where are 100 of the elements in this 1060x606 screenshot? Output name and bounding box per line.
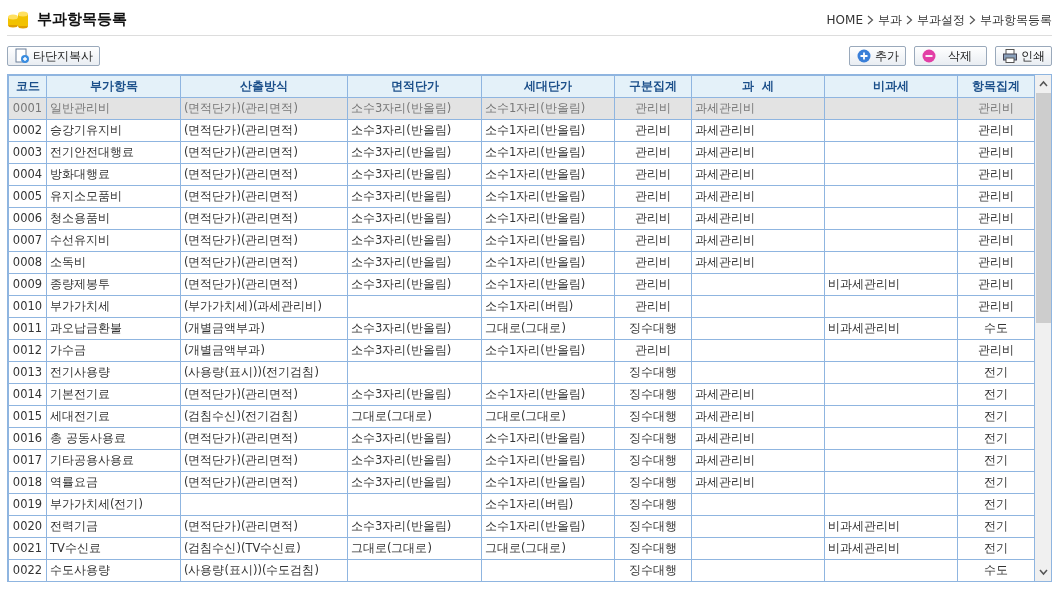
table-cell: 소독비 xyxy=(46,251,181,274)
table-cell: 전력기금 xyxy=(46,515,181,538)
table-cell: (면적단가)(관리면적) xyxy=(180,207,348,230)
table-cell: 관리비 xyxy=(957,229,1035,252)
table-cell: 전기 xyxy=(957,493,1035,516)
breadcrumb-link[interactable]: HOME xyxy=(826,10,863,29)
table-cell: (면적단가)(관리면적) xyxy=(180,119,348,142)
table-cell: 전기 xyxy=(957,471,1035,494)
table-cell: 관리비 xyxy=(957,163,1035,186)
table-cell: 관리비 xyxy=(614,229,692,252)
table-cell: 징수대행 xyxy=(614,317,692,340)
table-cell: 소수1자리(반올림) xyxy=(481,273,615,296)
table-cell: 관리비 xyxy=(614,141,692,164)
table-cell: 0004 xyxy=(8,163,47,186)
table-cell: (개별금액부과) xyxy=(180,339,348,362)
table-cell: 관리비 xyxy=(614,163,692,186)
column-header[interactable]: 코드 xyxy=(8,75,47,98)
table-cell: 소수3자리(반올림) xyxy=(347,163,482,186)
table-cell: 비과세관리비 xyxy=(824,537,958,560)
table-cell: 그대로(그대로) xyxy=(347,405,482,428)
column-header[interactable]: 부가항목 xyxy=(46,75,181,98)
delete-button[interactable]: 삭제 xyxy=(914,46,987,66)
table-cell: 유지소모품비 xyxy=(46,185,181,208)
chevron-icon xyxy=(969,14,976,25)
table-cell: 전기 xyxy=(957,427,1035,450)
table-cell: 소수3자리(반올림) xyxy=(347,471,482,494)
column-header[interactable]: 세대단가 xyxy=(481,75,615,98)
table-cell: 소수3자리(반올림) xyxy=(347,185,482,208)
printer-icon xyxy=(1002,48,1018,64)
table-cell: 소수3자리(반올림) xyxy=(347,229,482,252)
table-cell: 과세관리비 xyxy=(691,471,825,494)
column-header[interactable]: 비과세 xyxy=(824,75,958,98)
table-cell: 0003 xyxy=(8,141,47,164)
table-cell: (부가가치세)(과세관리비) xyxy=(180,295,348,318)
table-cell: 소수1자리(반올림) xyxy=(481,185,615,208)
table-cell: (면적단가)(관리면적) xyxy=(180,97,348,120)
table-cell: 소수3자리(반올림) xyxy=(347,317,482,340)
table-cell: 0020 xyxy=(8,515,47,538)
table-cell: 역률요금 xyxy=(46,471,181,494)
table-cell: 소수3자리(반올림) xyxy=(347,119,482,142)
table-cell: 0015 xyxy=(8,405,47,428)
table-cell: 수도사용량 xyxy=(46,559,181,582)
table-cell: 그대로(그대로) xyxy=(347,537,482,560)
scrollbar[interactable] xyxy=(1035,75,1051,581)
breadcrumb-link[interactable]: 부과 xyxy=(878,10,902,29)
table-cell: 0006 xyxy=(8,207,47,230)
table-cell: 0018 xyxy=(8,471,47,494)
table-cell: 관리비 xyxy=(957,273,1035,296)
table-cell: 부가가치세(전기) xyxy=(46,493,181,516)
table-cell: 소수3자리(반올림) xyxy=(347,339,482,362)
table-cell: 과세관리비 xyxy=(691,427,825,450)
scroll-thumb[interactable] xyxy=(1035,93,1051,323)
table-cell: 과세관리비 xyxy=(691,251,825,274)
table-cell: 세대전기료 xyxy=(46,405,181,428)
table-cell: 소수1자리(반올림) xyxy=(481,141,615,164)
table-cell: 관리비 xyxy=(614,119,692,142)
table-cell: 종량제봉투 xyxy=(46,273,181,296)
table-cell: 소수1자리(반올림) xyxy=(481,339,615,362)
breadcrumb-link[interactable]: 부과설정 xyxy=(917,10,965,29)
table-cell: (검침수신)(전기검침) xyxy=(180,405,348,428)
table-cell: (면적단가)(관리면적) xyxy=(180,427,348,450)
table-cell: (사용량(표시))(수도검침) xyxy=(180,559,348,582)
table-cell: 과세관리비 xyxy=(691,119,825,142)
table-cell: 과세관리비 xyxy=(691,207,825,230)
column-header[interactable]: 면적단가 xyxy=(347,75,482,98)
add-button[interactable]: 추가 xyxy=(849,46,906,66)
table-cell: (검침수신)(TV수신료) xyxy=(180,537,348,560)
column-header[interactable]: 구분집계 xyxy=(614,75,692,98)
table-cell: 소수3자리(반올림) xyxy=(347,251,482,274)
table-cell: 관리비 xyxy=(957,141,1035,164)
table-cell: 소수1자리(반올림) xyxy=(481,427,615,450)
table-cell: 징수대행 xyxy=(614,493,692,516)
table-cell: 징수대행 xyxy=(614,515,692,538)
table-cell: 0008 xyxy=(8,251,47,274)
table-cell: 가수금 xyxy=(46,339,181,362)
table-cell: 청소용품비 xyxy=(46,207,181,230)
table-cell: 소수1자리(반올림) xyxy=(481,251,615,274)
copy-button[interactable]: 타단지복사 xyxy=(7,46,100,66)
print-button[interactable]: 인쇄 xyxy=(995,46,1052,66)
table-cell: 0010 xyxy=(8,295,47,318)
table-cell: 전기사용량 xyxy=(46,361,181,384)
table-cell: 소수3자리(반올림) xyxy=(347,427,482,450)
table-cell: (면적단가)(관리면적) xyxy=(180,185,348,208)
table-cell: 관리비 xyxy=(957,207,1035,230)
table-cell: 0009 xyxy=(8,273,47,296)
table-cell: (면적단가)(관리면적) xyxy=(180,515,348,538)
column-header[interactable]: 항목집계 xyxy=(957,75,1035,98)
table-cell: (사용량(표시))(전기검침) xyxy=(180,361,348,384)
table-cell: 0002 xyxy=(8,119,47,142)
table-cell: (면적단가)(관리면적) xyxy=(180,141,348,164)
table-cell: 0012 xyxy=(8,339,47,362)
table-cell: (개별금액부과) xyxy=(180,317,348,340)
table-cell: 관리비 xyxy=(614,207,692,230)
table-cell: 소수3자리(반올림) xyxy=(347,449,482,472)
table-cell: (면적단가)(관리면적) xyxy=(180,471,348,494)
table-cell: 징수대행 xyxy=(614,537,692,560)
table-cell: 소수1자리(반올림) xyxy=(481,119,615,142)
column-header[interactable]: 산출방식 xyxy=(180,75,348,98)
column-header[interactable]: 과 세 xyxy=(691,75,825,98)
table-cell: 소수1자리(반올림) xyxy=(481,449,615,472)
